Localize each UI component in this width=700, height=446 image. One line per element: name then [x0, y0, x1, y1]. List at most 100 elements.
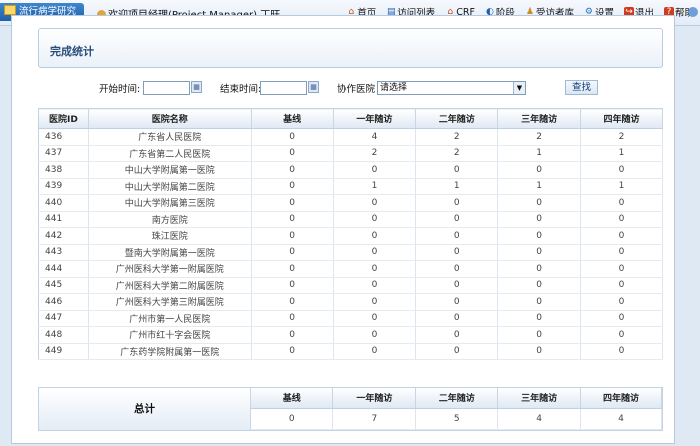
cell-year2: 0 [415, 161, 499, 179]
start-time-input[interactable] [143, 81, 190, 95]
cell-year4: 0 [580, 343, 663, 360]
cell-baseline: 0 [251, 277, 334, 294]
table-row: 448 广州市红十字会医院 0 0 0 0 0 [38, 326, 663, 344]
cell-year2: 0 [415, 244, 499, 261]
cell-year2: 0 [415, 227, 499, 245]
cell-hospital-id: 448 [38, 326, 89, 344]
cell-baseline: 0 [251, 194, 334, 212]
cell-year4: 0 [580, 244, 663, 261]
cell-hospital-id: 449 [38, 343, 89, 360]
cell-hospital-id: 438 [38, 161, 89, 179]
total-values-row: 0 7 5 4 4 [251, 408, 662, 430]
table-row: 444 广州医科大学第一附属医院 0 0 0 0 0 [38, 260, 663, 278]
cell-hospital-name: 广州医科大学第二附属医院 [88, 277, 252, 294]
cell-year4: 0 [580, 260, 663, 278]
cell-baseline: 0 [251, 244, 334, 261]
total-year4: 4 [580, 408, 662, 430]
cell-hospital-name: 珠江医院 [88, 227, 252, 245]
cell-year2: 0 [415, 211, 499, 228]
cell-hospital-name: 广州医科大学第三附属医院 [88, 293, 252, 311]
start-calendar-icon[interactable]: ▦ [191, 81, 202, 93]
cell-year3: 0 [497, 260, 582, 278]
cell-year1: 0 [333, 343, 417, 360]
completion-table: 医院ID 医院名称 基线 一年随访 二年随访 三年随访 四年随访 436 广东省人… [38, 108, 663, 360]
cell-baseline: 0 [251, 227, 334, 245]
cell-year1: 0 [333, 326, 417, 344]
cell-year2: 0 [415, 260, 499, 278]
cell-year3: 2 [497, 128, 582, 146]
cell-hospital-id: 436 [38, 128, 89, 146]
cell-baseline: 0 [251, 145, 334, 162]
total-col-year3: 三年随访 [497, 388, 582, 409]
cell-hospital-name: 南方医院 [88, 211, 252, 228]
cell-year1: 0 [333, 277, 417, 294]
cell-year2: 0 [415, 293, 499, 311]
cell-year3: 0 [497, 227, 582, 245]
table-header-row: 医院ID 医院名称 基线 一年随访 二年随访 三年随访 四年随访 [38, 108, 663, 129]
cell-year4: 0 [580, 277, 663, 294]
table-row: 446 广州医科大学第三附属医院 0 0 0 0 0 [38, 293, 663, 311]
start-time-label: 开始时间: [99, 84, 141, 95]
cell-baseline: 0 [251, 128, 334, 146]
cell-year4: 2 [580, 128, 663, 146]
col-hospital-id: 医院ID [38, 108, 89, 129]
scroll-up-icon[interactable] [688, 7, 698, 17]
app-logo-icon [4, 5, 16, 15]
total-col-year2: 二年随访 [415, 388, 499, 409]
cell-hospital-name: 中山大学附属第三医院 [88, 194, 252, 212]
cell-year1: 0 [333, 227, 417, 245]
end-time-input[interactable] [260, 81, 307, 95]
cell-year4: 1 [580, 145, 663, 162]
cell-hospital-name: 广州市第一人民医院 [88, 310, 252, 327]
cell-year2: 0 [415, 194, 499, 212]
end-time-label: 结束时间: [220, 84, 262, 95]
hospital-select[interactable]: 请选择 ▼ [377, 81, 526, 95]
cell-year3: 0 [497, 343, 582, 360]
cell-year1: 0 [333, 244, 417, 261]
col-year1: 一年随访 [333, 108, 417, 129]
table-row: 438 中山大学附属第一医院 0 0 0 0 0 [38, 161, 663, 179]
cell-year1: 0 [333, 260, 417, 278]
cell-year2: 1 [415, 178, 499, 195]
end-calendar-icon[interactable]: ▦ [308, 81, 319, 93]
cell-year1: 1 [333, 178, 417, 195]
page-header: 完成统计 [38, 28, 663, 68]
total-col-year4: 四年随访 [580, 388, 662, 409]
cell-baseline: 0 [251, 293, 334, 311]
cell-hospital-name: 中山大学附属第一医院 [88, 161, 252, 179]
cell-baseline: 0 [251, 161, 334, 179]
cell-year3: 0 [497, 310, 582, 327]
cell-year1: 0 [333, 310, 417, 327]
cell-baseline: 0 [251, 178, 334, 195]
table-row: 449 广东药学院附属第一医院 0 0 0 0 0 [38, 343, 663, 360]
cell-hospital-name: 广东药学院附属第一医院 [88, 343, 252, 360]
cell-year3: 1 [497, 178, 582, 195]
cell-hospital-id: 443 [38, 244, 89, 261]
cell-year1: 2 [333, 145, 417, 162]
cell-hospital-id: 440 [38, 194, 89, 212]
cell-year2: 0 [415, 277, 499, 294]
table-row: 440 中山大学附属第三医院 0 0 0 0 0 [38, 194, 663, 212]
cell-year4: 0 [580, 293, 663, 311]
page-title: 完成统计 [50, 45, 94, 58]
cell-year3: 0 [497, 293, 582, 311]
main-panel: 完成统计 开始时间: ▦ 结束时间: ▦ 协作医院 请选择 ▼ 查找 医院ID … [11, 15, 675, 444]
cell-year1: 0 [333, 161, 417, 179]
cell-year3: 1 [497, 145, 582, 162]
search-button[interactable]: 查找 [565, 80, 598, 95]
cell-year3: 0 [497, 194, 582, 212]
table-row: 439 中山大学附属第二医院 0 1 1 1 1 [38, 178, 663, 195]
cell-year2: 2 [415, 128, 499, 146]
total-col-year1: 一年随访 [332, 388, 417, 409]
total-header-row: 基线 一年随访 二年随访 三年随访 四年随访 [251, 388, 662, 409]
cell-baseline: 0 [251, 326, 334, 344]
col-hospital-name: 医院名称 [88, 108, 252, 129]
chevron-down-icon: ▼ [513, 82, 525, 94]
cell-year3: 0 [497, 211, 582, 228]
cell-year4: 0 [580, 326, 663, 344]
cell-year4: 0 [580, 211, 663, 228]
total-col-baseline: 基线 [251, 388, 334, 409]
table-row: 442 珠江医院 0 0 0 0 0 [38, 227, 663, 245]
cell-year3: 0 [497, 326, 582, 344]
cell-year1: 0 [333, 211, 417, 228]
